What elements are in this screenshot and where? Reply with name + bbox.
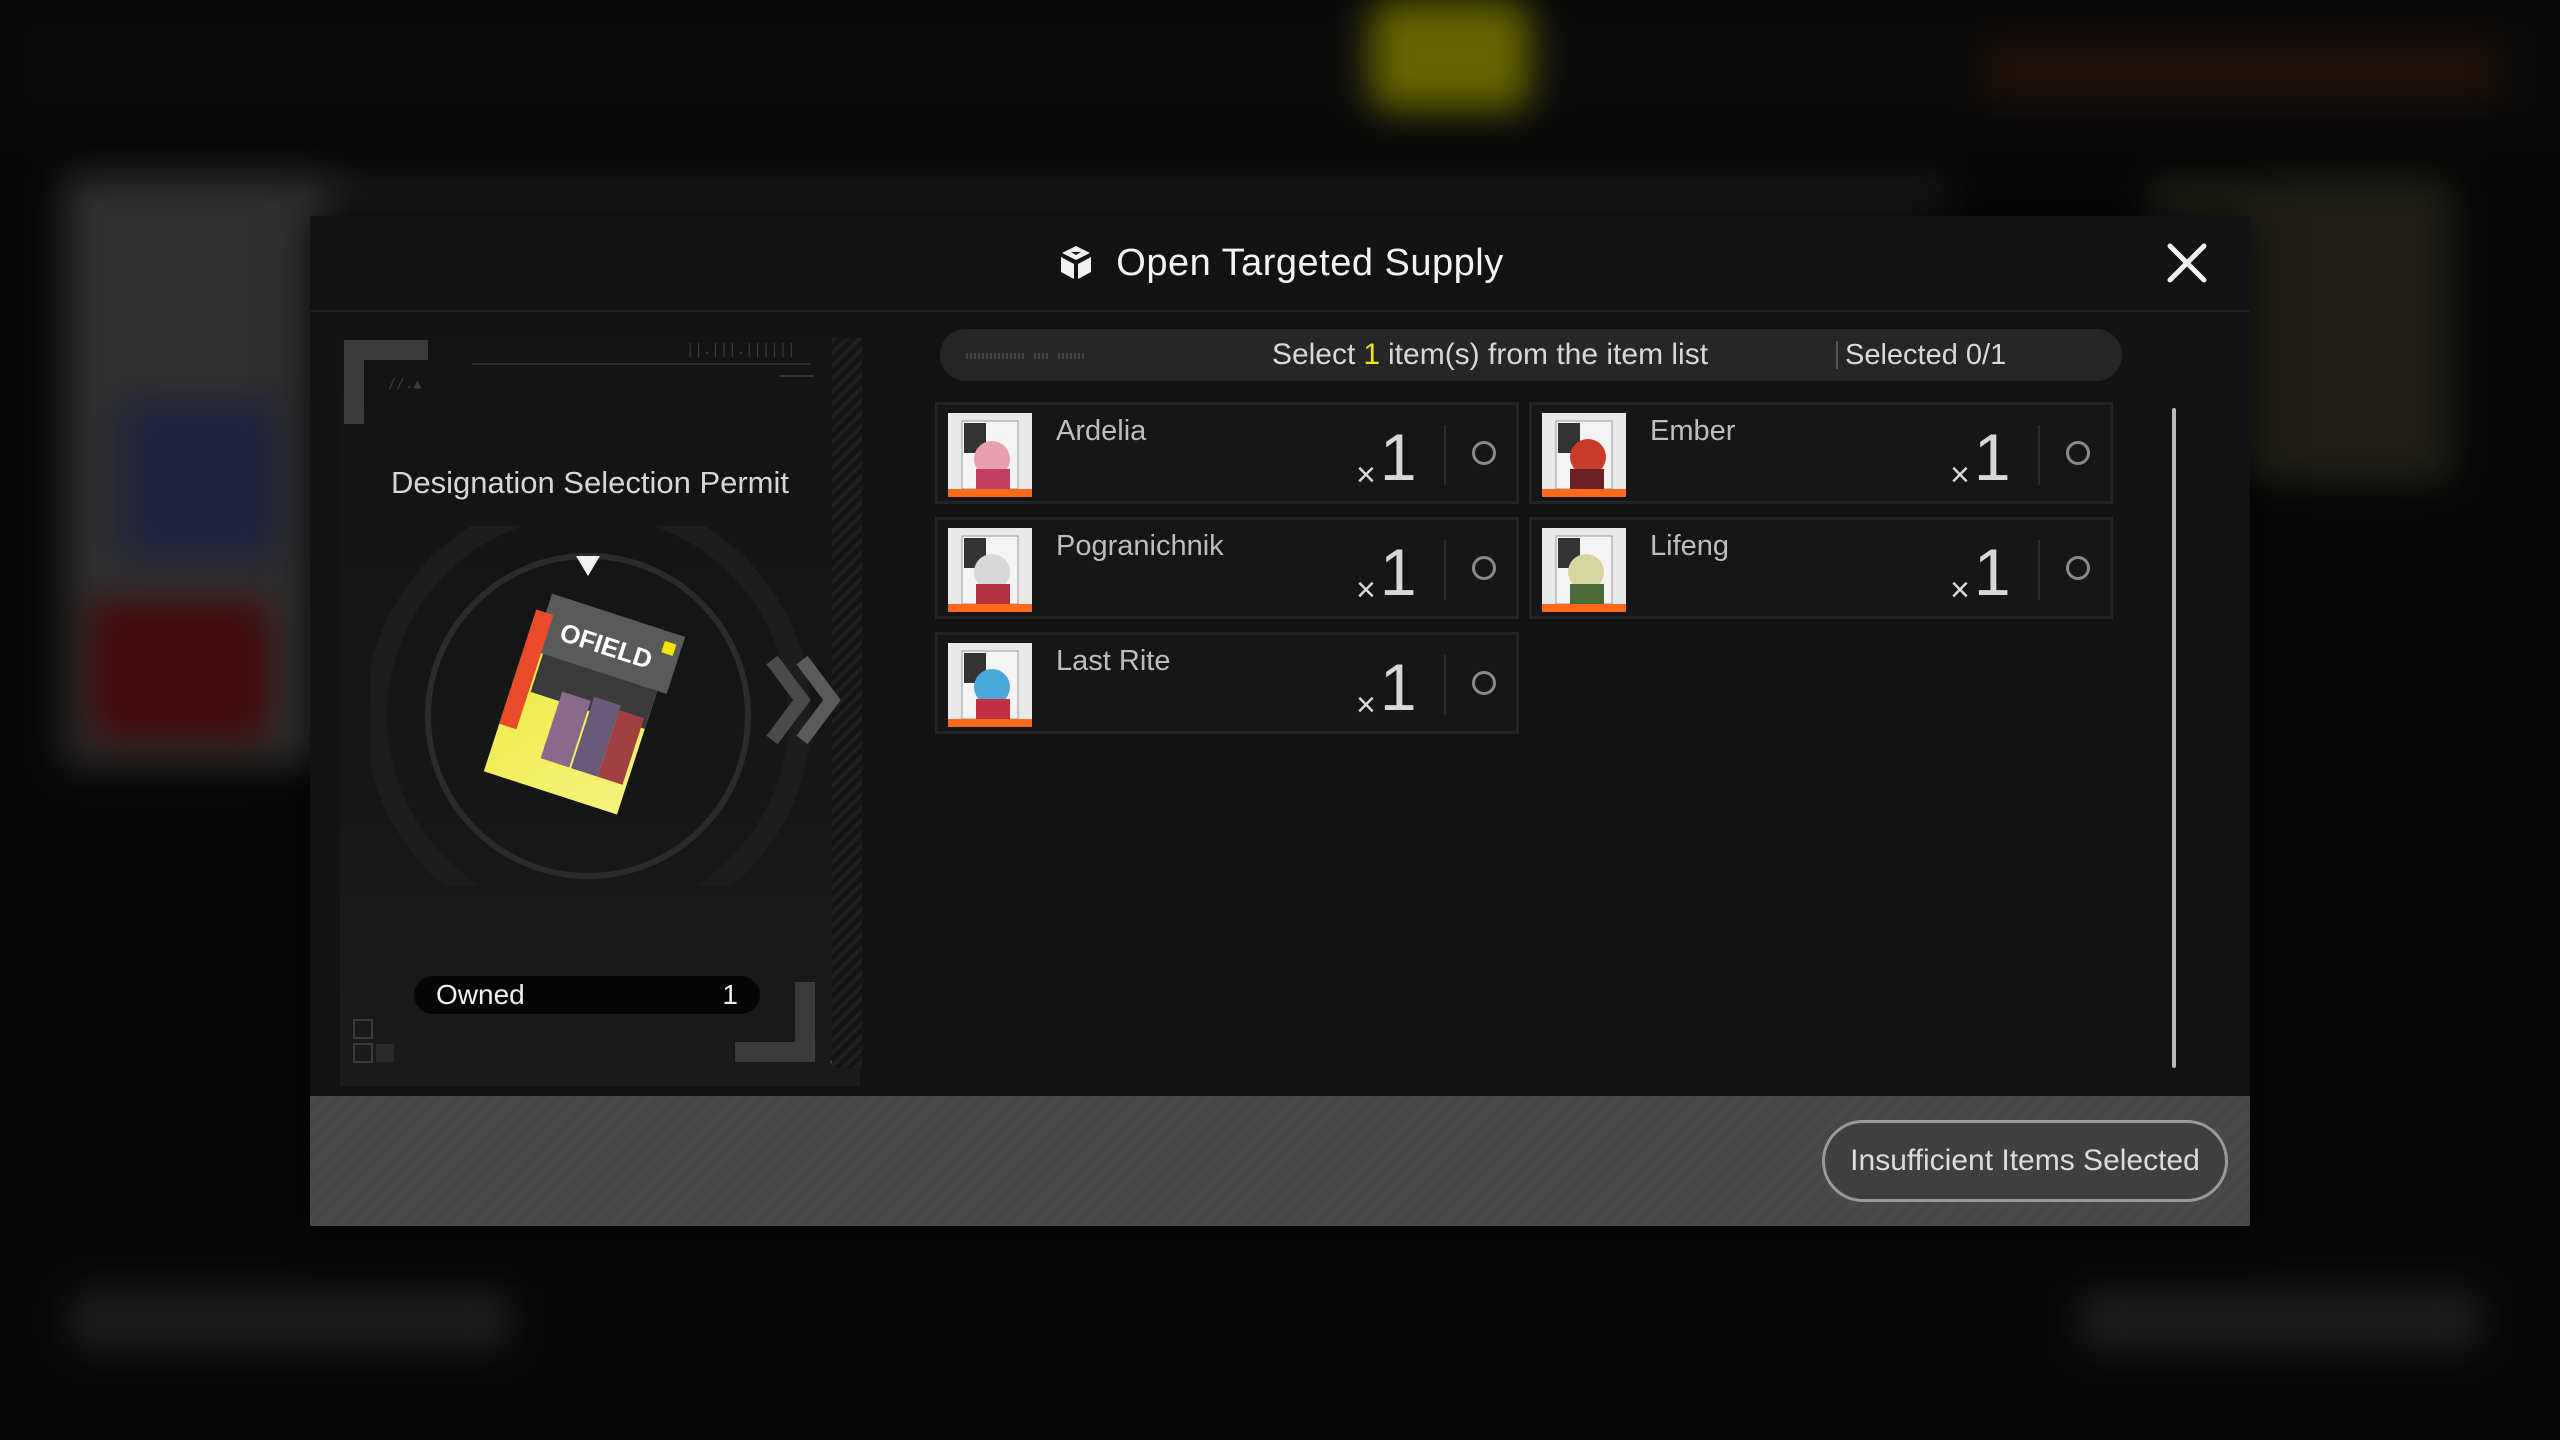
- item-card-pogranichnik[interactable]: Pogranichnik × 1: [935, 517, 1519, 619]
- item-thumbnail: [948, 413, 1032, 497]
- selection-divider: [1836, 341, 1838, 369]
- dialog-header: Open Targeted Supply: [310, 216, 2250, 312]
- selection-header: Select 1 item(s) from the item list Sele…: [940, 329, 2122, 381]
- item-list-scrollbar[interactable]: [2172, 408, 2176, 1068]
- item-quantity: × 1: [1356, 420, 1417, 494]
- dialog-title-text: Open Targeted Supply: [1116, 241, 1504, 284]
- selection-prefix: Select: [1271, 338, 1356, 371]
- item-select-radio[interactable]: [2066, 441, 2090, 465]
- item-select-radio[interactable]: [1472, 441, 1496, 465]
- permit-name: Designation Selection Permit: [390, 465, 790, 500]
- item-thumbnail: [1542, 413, 1626, 497]
- svg-text://.▲: //.▲: [388, 376, 422, 392]
- dialog-footer: Insufficient Items Selected: [310, 1096, 2250, 1226]
- svg-text:||.|||.||||||: ||.|||.||||||: [686, 342, 796, 358]
- selection-suffix: item(s) from the item list: [1388, 338, 1709, 371]
- owned-count: 1: [722, 979, 738, 1010]
- confirm-button[interactable]: Insufficient Items Selected: [1822, 1120, 2228, 1202]
- item-card-lifeng[interactable]: Lifeng × 1: [1529, 517, 2113, 619]
- item-thumbnail: [948, 643, 1032, 727]
- item-name: Ember: [1650, 415, 1736, 447]
- item-quantity: × 1: [1356, 535, 1417, 609]
- item-name: Ardelia: [1056, 415, 1147, 447]
- item-quantity: × 1: [1950, 420, 2011, 494]
- dialog-title: Open Targeted Supply: [310, 216, 2250, 310]
- owned-count-bar: Owned 1: [414, 976, 760, 1014]
- supply-box-icon: [1061, 246, 1092, 279]
- item-name: Lifeng: [1650, 530, 1730, 562]
- double-chevron-right-icon: [766, 655, 841, 745]
- item-name: Last Rite: [1056, 645, 1171, 677]
- selection-required-count: 1: [1363, 338, 1381, 371]
- close-icon[interactable]: [2164, 240, 2210, 286]
- item-quantity: × 1: [1950, 535, 2011, 609]
- selection-status: Selected 0/1: [1845, 338, 2007, 371]
- targeted-supply-dialog: Open Targeted Supply ||.|||.|||||| //.▲ …: [310, 216, 2250, 1226]
- item-quantity: × 1: [1356, 650, 1417, 724]
- item-thumbnail: [1542, 528, 1626, 612]
- item-select-radio[interactable]: [2066, 556, 2090, 580]
- owned-label: Owned: [436, 979, 525, 1010]
- item-name: Pogranichnik: [1056, 530, 1224, 562]
- item-card-ember[interactable]: Ember × 1: [1529, 402, 2113, 504]
- item-select-radio[interactable]: [1472, 671, 1496, 695]
- item-card-last-rite[interactable]: Last Rite × 1: [935, 632, 1519, 734]
- item-thumbnail: [948, 528, 1032, 612]
- permit-card-image[interactable]: OFIELD: [460, 576, 690, 826]
- item-select-radio[interactable]: [1472, 556, 1496, 580]
- item-card-ardelia[interactable]: Ardelia × 1: [935, 402, 1519, 504]
